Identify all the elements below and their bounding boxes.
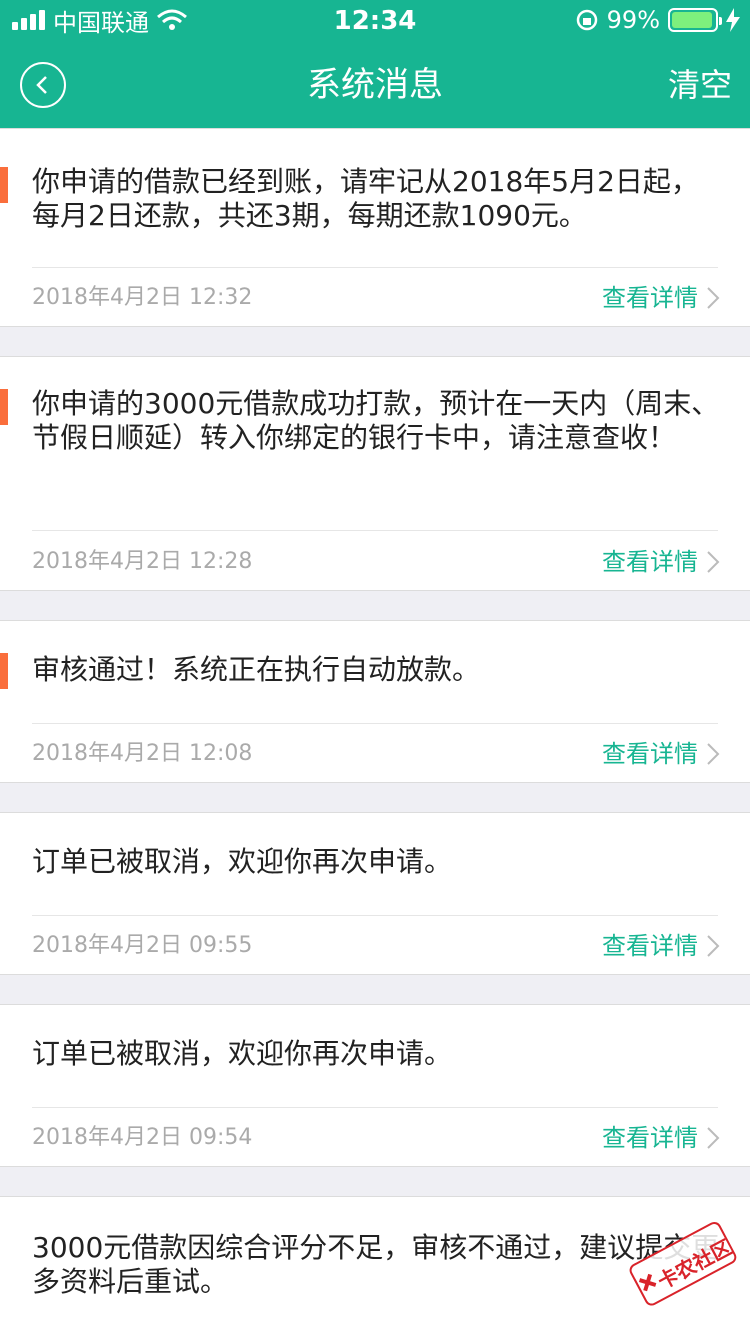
message-text: 订单已被取消，欢迎你再次申请。 xyxy=(32,845,453,878)
message-time: 2018年4月2日 12:08 xyxy=(32,741,253,766)
chevron-right-icon xyxy=(707,935,720,957)
view-details-label: 查看详情 xyxy=(602,548,698,576)
message-time: 2018年4月2日 12:32 xyxy=(32,285,253,310)
divider xyxy=(32,530,718,531)
status-bar: 中国联通 12:34 99% xyxy=(0,0,750,40)
chevron-right-icon xyxy=(707,743,720,765)
message-text: 你申请的借款已经到账，请牢记从2018年5月2日起，每月2日还款，共还3期，每期… xyxy=(32,165,699,232)
view-details-label: 查看详情 xyxy=(602,740,698,768)
unread-marker xyxy=(0,389,8,425)
message-time: 2018年4月2日 09:55 xyxy=(32,933,253,958)
view-details-label: 查看详情 xyxy=(602,932,698,960)
view-details-label: 查看详情 xyxy=(602,1124,698,1152)
unread-marker xyxy=(0,167,8,203)
nav-bar: 系统消息 清空 xyxy=(0,40,750,128)
message-text: 你申请的3000元借款成功打款，预计在一天内（周末、节假日顺延）转入你绑定的银行… xyxy=(32,387,720,454)
view-details-link[interactable]: 查看详情 xyxy=(602,739,720,769)
message-text: 3000元借款因综合评分不足，审核不通过，建议提交更多资料后重试。 xyxy=(32,1231,720,1298)
chevron-right-icon xyxy=(707,1127,720,1149)
view-details-link[interactable]: 查看详情 xyxy=(602,547,720,577)
unread-marker xyxy=(0,653,8,689)
chevron-right-icon xyxy=(707,551,720,573)
charging-bolt-icon xyxy=(726,8,740,32)
divider xyxy=(32,1107,718,1108)
message-text: 订单已被取消，欢迎你再次申请。 xyxy=(32,1037,453,1070)
battery-percent: 99% xyxy=(606,6,660,34)
view-details-link[interactable]: 查看详情 xyxy=(602,931,720,961)
divider xyxy=(32,915,718,916)
divider xyxy=(32,267,718,268)
message-text: 审核通过！系统正在执行自动放款。 xyxy=(32,653,481,686)
message-time: 2018年4月2日 12:28 xyxy=(32,549,253,574)
chevron-right-icon xyxy=(707,287,720,309)
battery-icon xyxy=(668,8,722,32)
page-title: 系统消息 xyxy=(307,65,443,105)
message-card[interactable]: 订单已被取消，欢迎你再次申请。 2018年4月2日 09:54 查看详情 xyxy=(0,1004,750,1167)
message-time: 2018年4月2日 09:54 xyxy=(32,1125,253,1150)
view-details-link[interactable]: 查看详情 xyxy=(602,283,720,313)
view-details-link[interactable]: 查看详情 xyxy=(602,1123,720,1153)
divider xyxy=(32,723,718,724)
message-card[interactable]: 你申请的3000元借款成功打款，预计在一天内（周末、节假日顺延）转入你绑定的银行… xyxy=(0,356,750,591)
orientation-lock-icon xyxy=(576,9,597,31)
view-details-label: 查看详情 xyxy=(602,284,698,312)
app-header: 中国联通 12:34 99% 系统消息 清空 xyxy=(0,0,750,128)
message-card[interactable]: 你申请的借款已经到账，请牢记从2018年5月2日起，每月2日还款，共还3期，每期… xyxy=(0,128,750,327)
message-card[interactable]: 订单已被取消，欢迎你再次申请。 2018年4月2日 09:55 查看详情 xyxy=(0,812,750,975)
clear-button[interactable]: 清空 xyxy=(668,62,732,108)
message-card[interactable]: 审核通过！系统正在执行自动放款。 2018年4月2日 12:08 查看详情 xyxy=(0,620,750,783)
